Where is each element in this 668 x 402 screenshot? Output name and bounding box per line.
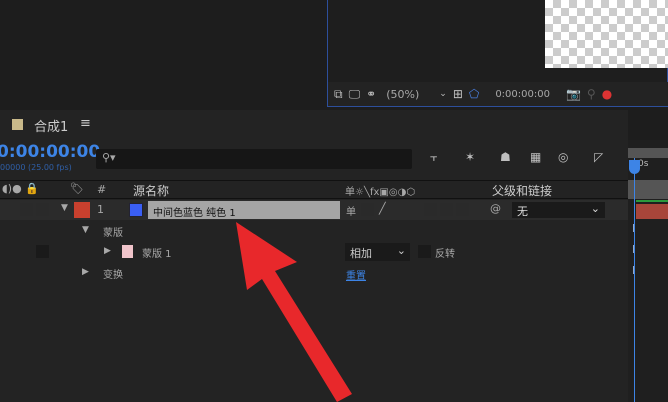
annotation-arrow	[236, 222, 352, 402]
red-arrow-shape	[236, 222, 352, 402]
